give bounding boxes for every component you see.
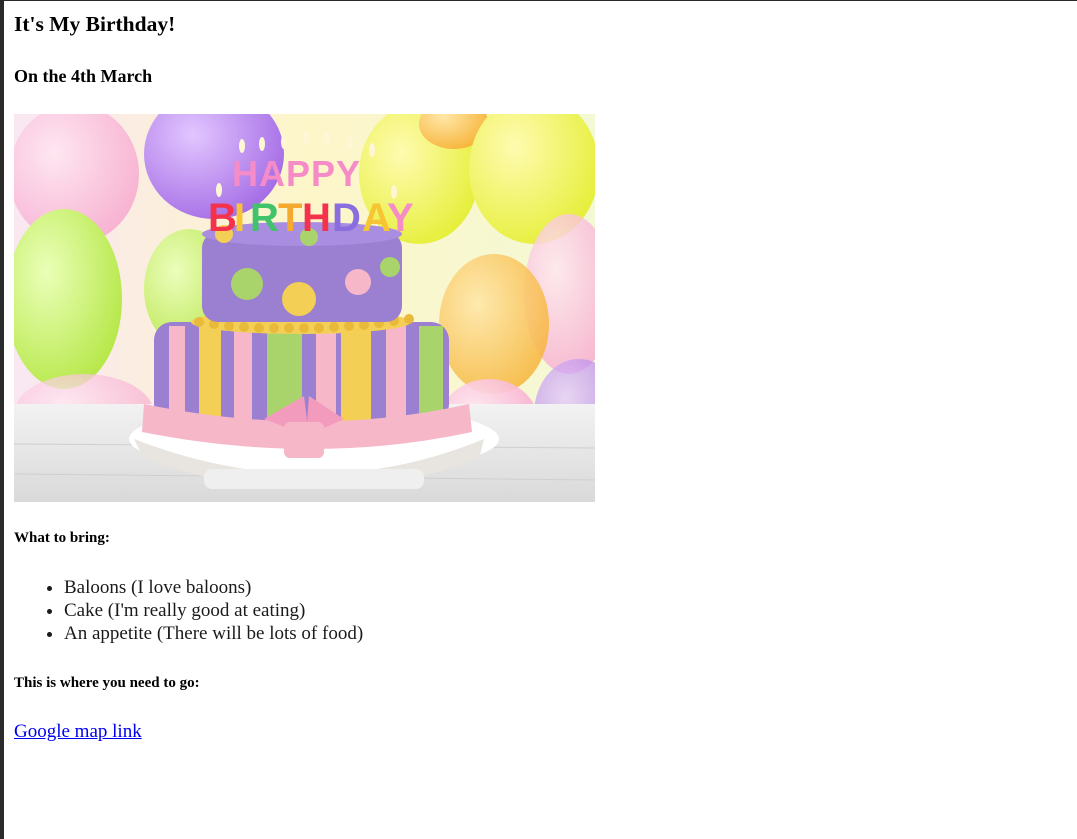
svg-text:D: D bbox=[332, 196, 361, 240]
page-title: It's My Birthday! bbox=[14, 12, 176, 36]
what-to-bring-heading: What to bring: bbox=[14, 530, 110, 546]
bring-list: Baloons (I love baloons) Cake (I'm reall… bbox=[14, 576, 363, 645]
svg-text:B: B bbox=[208, 196, 236, 240]
window-left-border bbox=[0, 0, 4, 839]
svg-text:R: R bbox=[250, 196, 279, 240]
where-to-go-heading: This is where you need to go: bbox=[14, 675, 200, 691]
svg-text:T: T bbox=[278, 196, 302, 240]
list-item: Baloons (I love baloons) bbox=[64, 576, 363, 599]
birthday-cake-image: HAPPY B I R T H D A Y bbox=[14, 114, 595, 502]
window-top-border bbox=[0, 0, 1077, 1]
svg-text:HAPPY: HAPPY bbox=[232, 153, 361, 194]
event-date-heading: On the 4th March bbox=[14, 66, 153, 86]
svg-text:Y: Y bbox=[387, 196, 414, 240]
list-item: An appetite (There will be lots of food) bbox=[64, 622, 363, 645]
google-map-link[interactable]: Google map link bbox=[14, 721, 142, 743]
svg-text:H: H bbox=[302, 196, 331, 240]
svg-text:I: I bbox=[234, 196, 245, 240]
list-item: Cake (I'm really good at eating) bbox=[64, 599, 363, 622]
